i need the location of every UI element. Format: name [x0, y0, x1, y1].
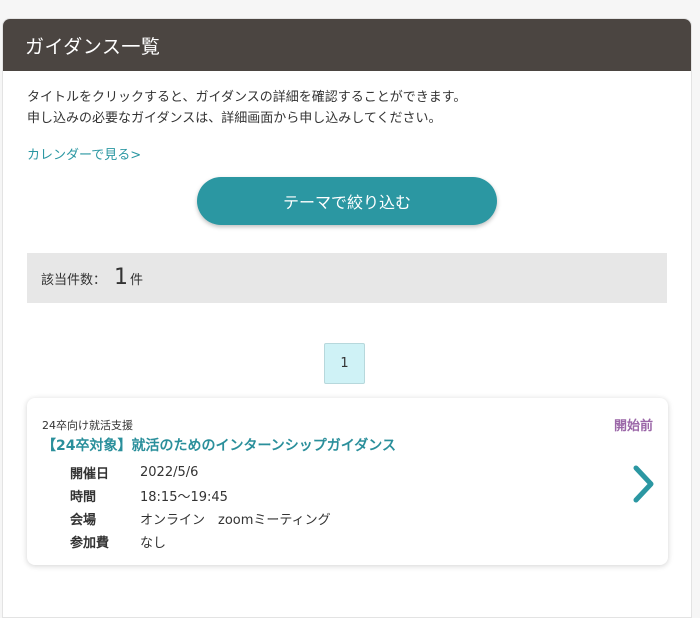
result-count-unit: 件	[130, 272, 144, 288]
guidance-category: 24卒向け就活支援	[42, 419, 133, 432]
filter-by-theme-button[interactable]: テーマで絞り込む	[197, 177, 497, 225]
description-line-1: タイトルをクリックすると、ガイダンスの詳細を確認することができます。	[27, 90, 467, 105]
guidance-card[interactable]: 24卒向け就活支援 開始前 【24卒対象】就活のためのインターンシップガイダンス…	[27, 398, 668, 565]
detail-value: オンライン zoomミーティング	[140, 513, 331, 528]
result-count-bar: 該当件数： 1 件	[27, 253, 667, 303]
page-title: ガイダンス一覧	[25, 35, 161, 58]
chevron-right-icon[interactable]	[630, 464, 656, 508]
detail-label: 会場	[70, 513, 97, 528]
detail-label: 開催日	[70, 467, 110, 482]
detail-label: 参加費	[70, 536, 110, 551]
detail-value: 2022/5/6	[140, 465, 199, 480]
detail-value: 18:15〜19:45	[140, 490, 228, 505]
guidance-details: 開催日 2022/5/6 時間 18:15〜19:45 会場 オンライン zoo…	[70, 461, 331, 553]
result-count-number: 1	[114, 265, 129, 290]
status-badge: 開始前	[613, 419, 653, 434]
guidance-title-link[interactable]: 【24卒対象】就活のためのインターンシップガイダンス	[42, 435, 396, 455]
panel-header: ガイダンス一覧	[3, 19, 691, 71]
detail-row-fee: 参加費 なし	[70, 530, 331, 553]
description: タイトルをクリックすると、ガイダンスの詳細を確認することができます。 申し込みの…	[27, 87, 466, 129]
description-line-2: 申し込みの必要なガイダンスは、詳細画面から申し込みしてください。	[27, 111, 442, 126]
pagination-page-1[interactable]: 1	[324, 343, 365, 384]
result-count-label: 該当件数：	[41, 272, 107, 288]
detail-row-venue: 会場 オンライン zoomミーティング	[70, 507, 331, 530]
detail-row-time: 時間 18:15〜19:45	[70, 484, 331, 507]
detail-row-date: 開催日 2022/5/6	[70, 461, 331, 484]
detail-value: なし	[140, 536, 167, 551]
calendar-view-link[interactable]: カレンダーで見る>	[27, 144, 141, 163]
guidance-list-panel: ガイダンス一覧 タイトルをクリックすると、ガイダンスの詳細を確認することができま…	[2, 18, 692, 618]
detail-label: 時間	[70, 490, 97, 505]
